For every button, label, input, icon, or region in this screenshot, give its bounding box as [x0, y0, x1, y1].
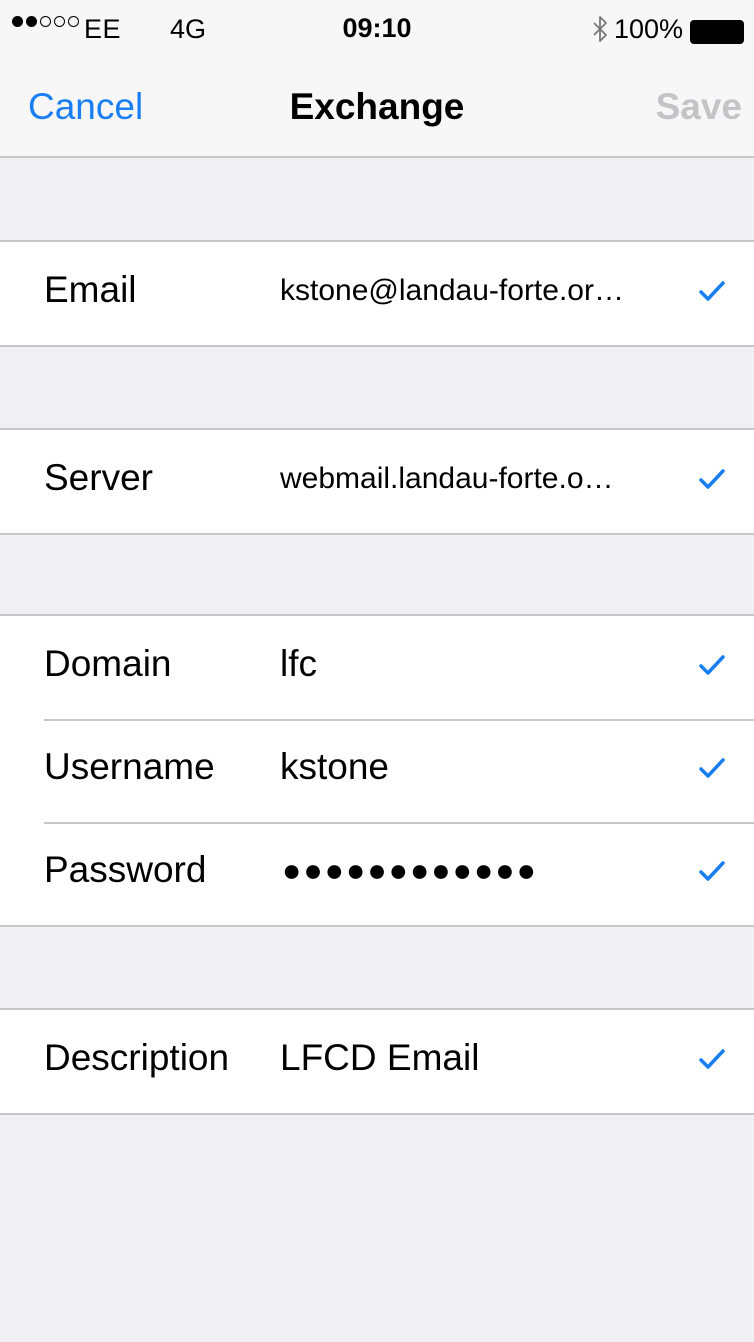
password-label: Password	[44, 849, 207, 890]
navigation-bar: Cancel Exchange Save	[0, 62, 754, 156]
email-row[interactable]: Email kstone@landau-forte.or…	[0, 242, 754, 345]
domain-row[interactable]: Domain lfc	[0, 616, 754, 719]
checkmark-icon	[699, 469, 725, 489]
server-field[interactable]: webmail.landau-forte.o…	[280, 462, 614, 496]
description-group: Description LFCD Email	[0, 1008, 754, 1115]
username-label: Username	[44, 746, 215, 787]
server-label: Server	[44, 457, 153, 498]
password-row[interactable]: Password ●●●●●●●●●●●●	[0, 822, 754, 925]
checkmark-icon	[699, 655, 725, 675]
username-row[interactable]: Username kstone	[0, 719, 754, 822]
description-row[interactable]: Description LFCD Email	[0, 1010, 754, 1113]
status-bar: EE 4G 09:10 100%	[0, 0, 754, 62]
top-bar: EE 4G 09:10 100% Cancel Exchange Save	[0, 0, 754, 158]
battery-icon	[690, 20, 744, 44]
checkmark-icon	[699, 1049, 725, 1069]
password-field[interactable]: ●●●●●●●●●●●●	[282, 852, 538, 889]
description-label: Description	[44, 1037, 230, 1078]
email-field[interactable]: kstone@landau-forte.or…	[280, 274, 624, 308]
page-title: Exchange	[289, 86, 465, 127]
checkmark-icon	[699, 861, 725, 881]
description-field[interactable]: LFCD Email	[280, 1037, 479, 1079]
checkmark-icon	[699, 281, 725, 301]
bluetooth-icon	[592, 15, 608, 50]
domain-field[interactable]: lfc	[280, 643, 317, 685]
email-label: Email	[44, 269, 137, 310]
save-button[interactable]: Save	[656, 86, 742, 128]
server-group: Server webmail.landau-forte.o…	[0, 428, 754, 535]
server-row[interactable]: Server webmail.landau-forte.o…	[0, 430, 754, 533]
domain-label: Domain	[44, 643, 172, 684]
credentials-group: Domain lfc Username kstone Password ●●●●…	[0, 614, 754, 927]
username-field[interactable]: kstone	[280, 746, 389, 788]
battery-percentage: 100%	[614, 14, 684, 44]
email-group: Email kstone@landau-forte.or…	[0, 240, 754, 347]
checkmark-icon	[699, 758, 725, 778]
